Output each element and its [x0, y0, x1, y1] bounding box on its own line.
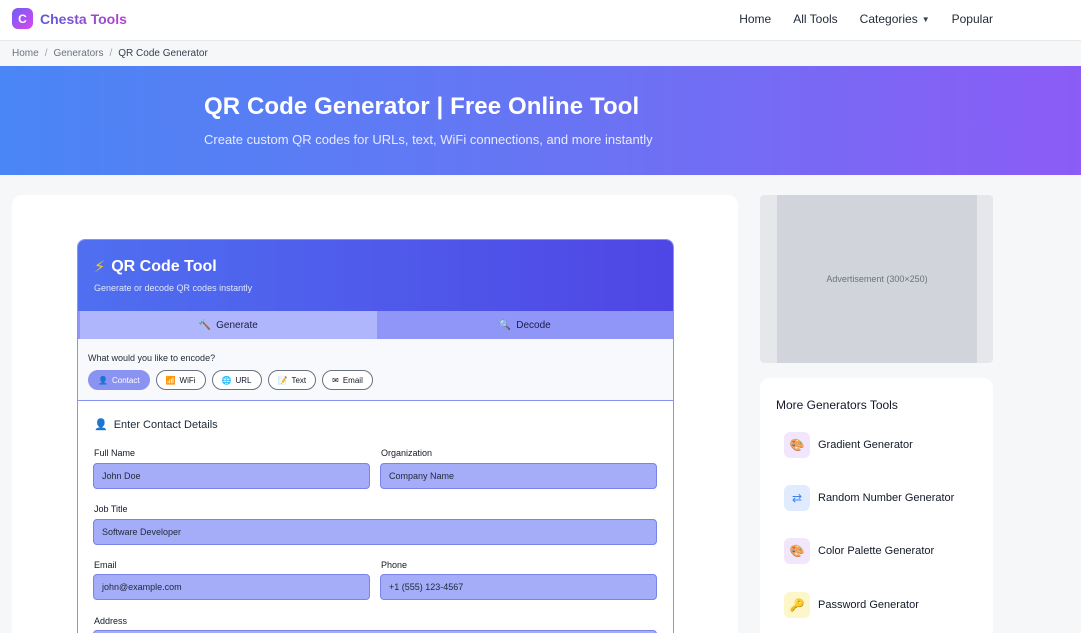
email-input[interactable]: john@example.com — [93, 574, 370, 600]
tab-generate-label: Generate — [216, 319, 258, 331]
more-tool-palette-label: Color Palette Generator — [818, 545, 935, 557]
breadcrumb-home[interactable]: Home — [12, 48, 39, 59]
chip-url[interactable]: 🌐 URL — [211, 370, 262, 390]
note-icon: 📝 — [277, 375, 288, 385]
more-tools-panel: More Generators Tools 🎨 Gradient Generat… — [760, 378, 993, 633]
more-tool-gradient-label: Gradient Generator — [818, 439, 913, 451]
more-tool-random-label: Random Number Generator — [818, 492, 955, 504]
qr-tool-panel: ⚡ QR Code Tool Generate or decode QR cod… — [77, 239, 674, 633]
globe-icon: 🌐 — [221, 375, 232, 385]
address-label: Address — [94, 616, 128, 626]
person-icon: 👤 — [94, 419, 108, 431]
more-tool-random[interactable]: ⇄ Random Number Generator — [784, 485, 954, 511]
brand-logo-icon: C — [12, 8, 33, 29]
full-name-label: Full Name — [94, 448, 136, 458]
tool-subtitle: Generate or decode QR codes instantly — [94, 283, 253, 293]
job-title-input[interactable]: Software Developer — [93, 519, 657, 545]
more-tool-password[interactable]: 🔑 Password Generator — [784, 592, 919, 618]
lightning-icon: ⚡ — [94, 259, 106, 276]
job-title-label: Job Title — [94, 504, 128, 514]
nav-categories[interactable]: Categories ▼ — [860, 12, 930, 26]
wifi-icon: 📶 — [165, 375, 176, 385]
encode-type-section: What would you like to encode? 👤 Contact … — [78, 339, 673, 401]
advertisement-slot: Advertisement (300×250) — [760, 195, 993, 363]
nav-popular[interactable]: Popular — [952, 12, 993, 26]
breadcrumb-separator: / — [44, 48, 48, 59]
tab-generate[interactable]: 🔨 Generate — [80, 311, 377, 339]
chip-wifi-label: WiFi — [179, 375, 196, 385]
breadcrumb-separator: / — [109, 48, 113, 59]
breadcrumb-current: QR Code Generator — [118, 48, 208, 59]
full-name-input[interactable]: John Doe — [93, 463, 370, 489]
more-tool-gradient[interactable]: 🎨 Gradient Generator — [784, 432, 913, 458]
page-subtitle: Create custom QR codes for URLs, text, W… — [204, 132, 653, 147]
encode-question: What would you like to encode? — [88, 353, 216, 363]
page-title: QR Code Generator | Free Online Tool — [204, 93, 640, 120]
tool-tabs: 🔨 Generate 🔍 Decode — [78, 311, 673, 339]
nav-home[interactable]: Home — [739, 12, 771, 26]
organization-label: Organization — [381, 448, 433, 458]
phone-label: Phone — [381, 560, 408, 570]
magnifier-icon: 🔍 — [498, 319, 512, 331]
chip-contact-label: Contact — [111, 375, 140, 385]
encode-type-chips: 👤 Contact 📶 WiFi 🌐 URL 📝 Text ✉ Email — [88, 370, 373, 390]
palette-icon: 🎨 — [784, 432, 810, 458]
tab-decode[interactable]: 🔍 Decode — [377, 311, 674, 339]
more-tool-password-label: Password Generator — [818, 599, 919, 611]
chip-text[interactable]: 📝 Text — [267, 370, 317, 390]
nav-links: Home All Tools Categories ▼ Popular — [739, 12, 993, 26]
more-tool-palette[interactable]: 🎨 Color Palette Generator — [784, 538, 934, 564]
more-tools-title: More Generators Tools — [776, 398, 898, 412]
brand-name: Chesta Tools — [40, 10, 127, 27]
organization-input[interactable]: Company Name — [380, 463, 657, 489]
envelope-icon: ✉ — [332, 375, 339, 385]
email-label: Email — [94, 560, 117, 570]
brand-link[interactable]: C Chesta Tools — [12, 8, 127, 29]
hammer-icon: 🔨 — [198, 319, 212, 331]
nav-all-tools[interactable]: All Tools — [793, 12, 837, 26]
section-title-text: Enter Contact Details — [113, 418, 218, 431]
chip-email[interactable]: ✉ Email — [322, 370, 373, 390]
tool-header: ⚡ QR Code Tool Generate or decode QR cod… — [78, 240, 673, 311]
breadcrumb-generators[interactable]: Generators — [53, 48, 103, 59]
chip-url-label: URL — [235, 375, 252, 385]
tab-decode-label: Decode — [516, 319, 551, 331]
chevron-down-icon: ▼ — [921, 14, 930, 24]
person-icon: 👤 — [98, 375, 108, 385]
section-title: 👤 Enter Contact Details — [94, 418, 218, 432]
key-icon: 🔑 — [784, 592, 810, 618]
advertisement-placeholder: Advertisement (300×250) — [777, 195, 977, 363]
palette-icon: 🎨 — [784, 538, 810, 564]
chip-text-label: Text — [291, 375, 307, 385]
chip-email-label: Email — [342, 375, 363, 385]
breadcrumb: Home / Generators / QR Code Generator — [12, 48, 208, 59]
chip-contact[interactable]: 👤 Contact — [88, 370, 150, 390]
phone-input[interactable]: +1 (555) 123-4567 — [380, 574, 657, 600]
top-nav: C Chesta Tools Home All Tools Categories… — [0, 0, 1081, 41]
hero-banner: QR Code Generator | Free Online Tool Cre… — [0, 66, 1081, 175]
tool-title: ⚡ QR Code Tool — [94, 257, 217, 277]
shuffle-icon: ⇄ — [784, 485, 810, 511]
tool-title-text: QR Code Tool — [111, 258, 217, 275]
nav-categories-label: Categories — [859, 12, 918, 26]
chip-wifi[interactable]: 📶 WiFi — [155, 370, 206, 390]
